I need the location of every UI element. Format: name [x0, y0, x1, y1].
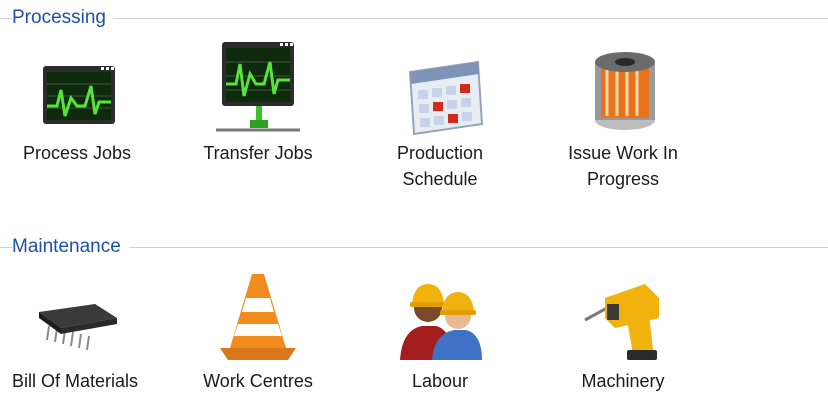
spool-icon [595, 52, 655, 130]
network-monitor-waveform-icon [216, 42, 300, 132]
tile-label: Production Schedule [396, 143, 484, 189]
tile-label: Transfer Jobs [203, 143, 313, 163]
workers-hardhat-icon [400, 284, 482, 360]
tile-label: Machinery [581, 371, 665, 391]
tile-production-schedule[interactable]: Production Schedule [365, 40, 515, 192]
tile-work-centres[interactable]: Work Centres [183, 268, 333, 394]
maintenance-section-header: Maintenance [0, 235, 828, 259]
tile-process-jobs[interactable]: Process Jobs [2, 40, 152, 166]
tile-label: Issue Work In Progress [568, 143, 678, 189]
tile-label: Bill Of Materials [11, 371, 139, 391]
traffic-cone-icon [220, 274, 296, 360]
calendar-icon [408, 60, 484, 136]
tile-labour[interactable]: Labour [365, 268, 515, 394]
section-title-maintenance: Maintenance [12, 235, 129, 259]
processing-section-header: Processing [0, 6, 828, 30]
tile-label: Labour [411, 371, 469, 391]
tile-issue-work-in-progress[interactable]: Issue Work In Progress [548, 40, 698, 192]
tile-label: Process Jobs [22, 143, 132, 163]
monitor-waveform-icon [43, 66, 115, 124]
microchip-icon [39, 304, 117, 351]
tile-label: Work Centres [203, 371, 313, 391]
power-drill-icon [584, 284, 659, 360]
tile-bill-of-materials[interactable]: Bill Of Materials [0, 268, 150, 394]
section-title-processing: Processing [12, 6, 114, 30]
tile-machinery[interactable]: Machinery [548, 268, 698, 394]
section-divider [0, 18, 828, 19]
tile-transfer-jobs[interactable]: Transfer Jobs [183, 40, 333, 166]
